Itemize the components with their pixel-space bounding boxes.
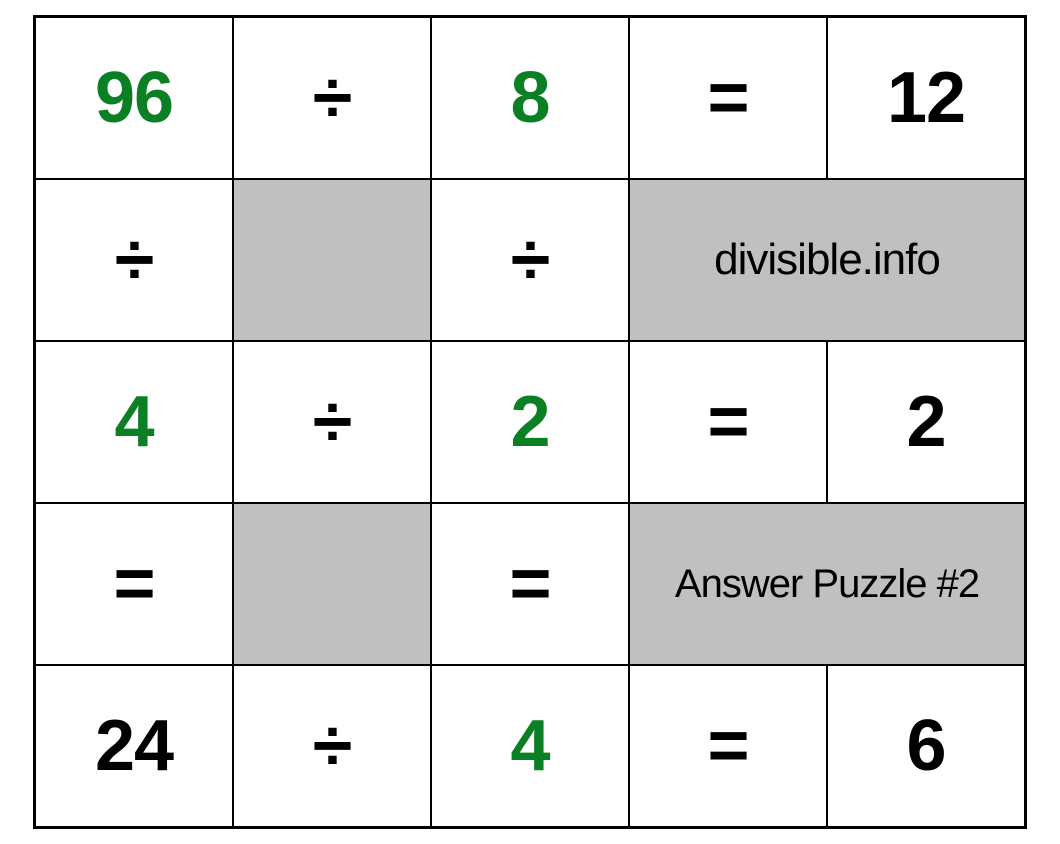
cell-r2c0-dividend: 4	[35, 341, 234, 503]
cell-r4c2-divisor: 4	[431, 665, 629, 828]
grid-row-1: ÷ ÷ divisible.info	[35, 179, 1026, 341]
cell-r4c4-quotient: 6	[827, 665, 1026, 828]
cell-r0c0-dividend: 96	[35, 17, 234, 180]
cell-r2c3-equals-sign: =	[629, 341, 827, 503]
cell-r3c0-equals-sign: =	[35, 503, 234, 665]
cell-r3-info-label: Answer Puzzle #2	[629, 503, 1026, 665]
cell-r4c3-equals-sign: =	[629, 665, 827, 828]
cell-r4c0-dividend: 24	[35, 665, 234, 828]
grid-row-0: 96 ÷ 8 = 12	[35, 17, 1026, 180]
cell-r0c1-divide-sign: ÷	[233, 17, 431, 180]
cell-r1c0-divide-sign: ÷	[35, 179, 234, 341]
cell-r2c1-divide-sign: ÷	[233, 341, 431, 503]
cell-r1-info-site: divisible.info	[629, 179, 1026, 341]
cell-r0c3-equals-sign: =	[629, 17, 827, 180]
cell-r2c4-quotient: 2	[827, 341, 1026, 503]
division-puzzle-grid: 96 ÷ 8 = 12 ÷ ÷ divisible.info 4 ÷ 2 = 2…	[33, 15, 1027, 829]
cell-r1c1-empty	[233, 179, 431, 341]
cell-r0c4-quotient: 12	[827, 17, 1026, 180]
grid-row-3: = = Answer Puzzle #2	[35, 503, 1026, 665]
cell-r3c2-equals-sign: =	[431, 503, 629, 665]
cell-r2c2-divisor: 2	[431, 341, 629, 503]
grid-row-4: 24 ÷ 4 = 6	[35, 665, 1026, 828]
cell-r1c2-divide-sign: ÷	[431, 179, 629, 341]
cell-r0c2-divisor: 8	[431, 17, 629, 180]
cell-r4c1-divide-sign: ÷	[233, 665, 431, 828]
cell-r3c1-empty	[233, 503, 431, 665]
grid-row-2: 4 ÷ 2 = 2	[35, 341, 1026, 503]
